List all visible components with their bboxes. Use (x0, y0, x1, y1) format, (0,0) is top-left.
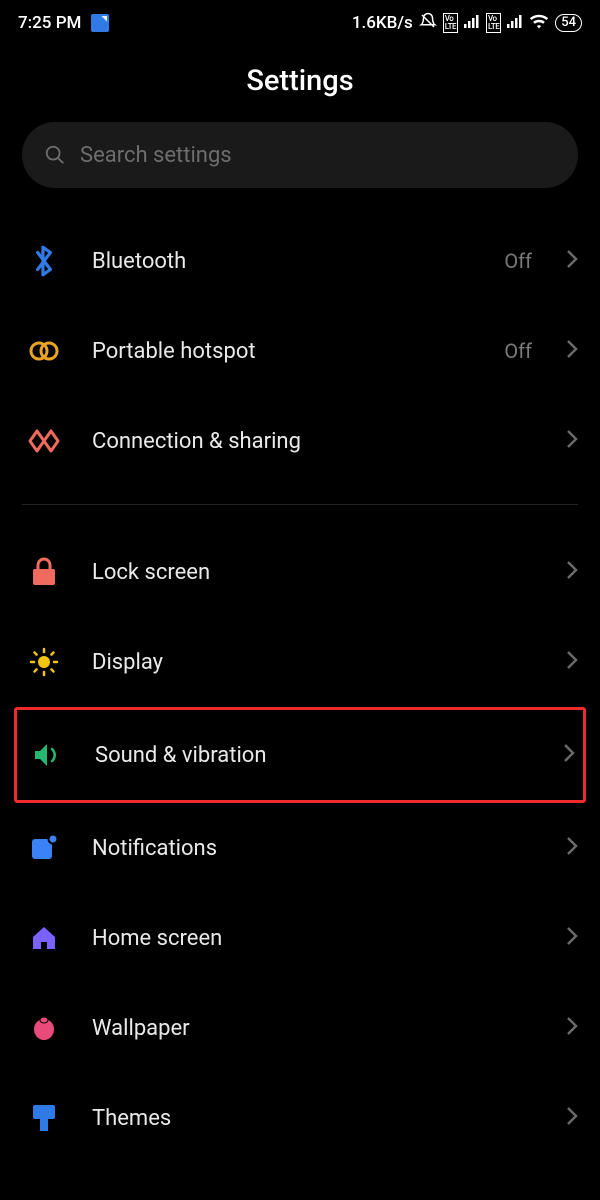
status-left: 7:25 PM (18, 13, 109, 33)
row-home-screen[interactable]: Home screen (22, 893, 578, 983)
chevron-right-icon (566, 339, 578, 363)
row-label: Display (92, 650, 540, 675)
chevron-right-icon (563, 743, 575, 767)
screen: 7:25 PM 1.6KB/s VoLTE VoLTE 54 Settings (0, 0, 600, 1200)
signal-icon-2 (507, 13, 523, 33)
chevron-right-icon (566, 1016, 578, 1040)
sound-icon (25, 742, 69, 768)
wallpaper-icon (22, 1014, 66, 1042)
row-notifications[interactable]: Notifications (22, 803, 578, 893)
row-label: Home screen (92, 926, 540, 951)
dnd-icon (419, 12, 437, 35)
notifications-icon (22, 834, 66, 862)
hotspot-icon (22, 339, 66, 363)
page-header: Settings (0, 46, 600, 122)
connection-sharing-icon (22, 427, 66, 455)
row-display[interactable]: Display (22, 617, 578, 707)
page-title: Settings (0, 64, 600, 98)
row-label: Themes (92, 1106, 540, 1131)
row-sound-vibration[interactable]: Sound & vibration (25, 710, 575, 800)
chevron-right-icon (566, 1106, 578, 1130)
row-label: Wallpaper (92, 1016, 540, 1041)
row-hotspot[interactable]: Portable hotspot Off (22, 306, 578, 396)
search-input[interactable]: Search settings (22, 122, 578, 188)
status-bar: 7:25 PM 1.6KB/s VoLTE VoLTE 54 (0, 0, 600, 46)
search-icon (44, 144, 66, 166)
settings-list: Bluetooth Off Portable hotspot Off Conne… (0, 216, 600, 1163)
row-label: Portable hotspot (92, 339, 478, 364)
home-icon (22, 924, 66, 952)
row-wallpaper[interactable]: Wallpaper (22, 983, 578, 1073)
row-label: Bluetooth (92, 249, 478, 274)
chevron-right-icon (566, 650, 578, 674)
chevron-right-icon (566, 836, 578, 860)
volte-icon-2: VoLTE (486, 13, 501, 33)
bluetooth-icon (22, 244, 66, 278)
chevron-right-icon (566, 429, 578, 453)
battery-indicator: 54 (555, 14, 582, 32)
chevron-right-icon (566, 560, 578, 584)
signal-icon-1 (464, 13, 480, 33)
files-app-icon (91, 14, 109, 32)
network-speed: 1.6KB/s (352, 13, 413, 33)
sun-icon (22, 647, 66, 677)
row-bluetooth[interactable]: Bluetooth Off (22, 216, 578, 306)
themes-icon (22, 1103, 66, 1133)
row-connection-sharing[interactable]: Connection & sharing (22, 396, 578, 486)
chevron-right-icon (566, 926, 578, 950)
volte-icon-1: VoLTE (443, 13, 458, 33)
row-themes[interactable]: Themes (22, 1073, 578, 1163)
row-label: Lock screen (92, 560, 540, 585)
row-value: Off (504, 339, 532, 363)
lock-icon (22, 557, 66, 587)
status-right: 1.6KB/s VoLTE VoLTE 54 (352, 12, 582, 35)
row-lock-screen[interactable]: Lock screen (22, 527, 578, 617)
row-label: Notifications (92, 836, 540, 861)
clock: 7:25 PM (18, 13, 81, 33)
highlight-annotation: Sound & vibration (14, 707, 586, 803)
wifi-icon (529, 13, 549, 34)
chevron-right-icon (566, 249, 578, 273)
row-label: Connection & sharing (92, 429, 540, 454)
search-placeholder: Search settings (80, 143, 232, 168)
row-label: Sound & vibration (95, 743, 537, 768)
row-value: Off (504, 249, 532, 273)
divider (22, 504, 578, 505)
